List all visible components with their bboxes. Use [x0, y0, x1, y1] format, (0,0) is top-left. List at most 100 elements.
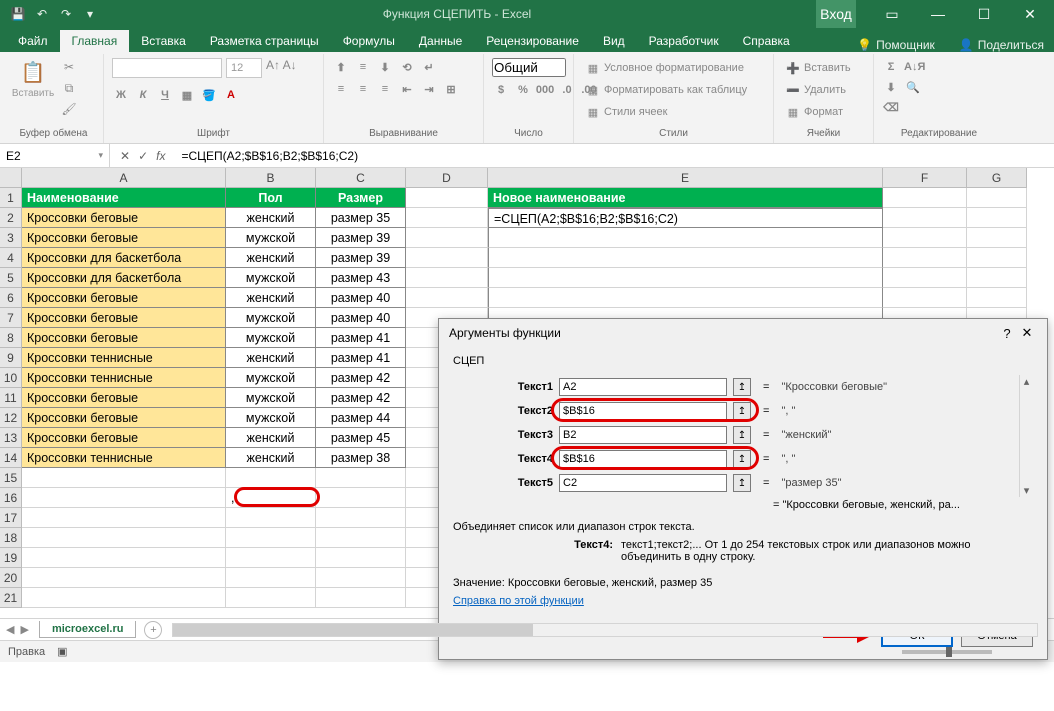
cell[interactable]: 7	[0, 308, 22, 328]
cell[interactable]: Наименование	[22, 188, 226, 208]
align-right-icon[interactable]: ≡	[376, 80, 394, 98]
cell[interactable]: размер 41	[316, 328, 406, 348]
comma-icon[interactable]: 000	[536, 81, 554, 99]
cell[interactable]	[406, 288, 488, 308]
tell-me[interactable]: Помощник	[876, 38, 935, 52]
cell[interactable]	[316, 468, 406, 488]
cell[interactable]: Кроссовки беговые	[22, 208, 226, 228]
cell[interactable]: Кроссовки теннисные	[22, 368, 226, 388]
cell[interactable]	[22, 488, 226, 508]
cell[interactable]	[967, 208, 1027, 228]
cell[interactable]: 10	[0, 368, 22, 388]
cell[interactable]	[226, 468, 316, 488]
cell[interactable]	[488, 288, 883, 308]
cell[interactable]: 9	[0, 348, 22, 368]
currency-icon[interactable]: $	[492, 81, 510, 99]
cut-icon[interactable]: ✂	[60, 58, 78, 76]
cell[interactable]: Кроссовки беговые	[22, 408, 226, 428]
minimize-icon[interactable]: —	[918, 0, 958, 28]
cell[interactable]: Размер	[316, 188, 406, 208]
collapse-ref-icon[interactable]: ↥	[733, 426, 751, 444]
cell[interactable]: 3	[0, 228, 22, 248]
cell[interactable]: Пол	[226, 188, 316, 208]
undo-icon[interactable]: ↶	[34, 6, 50, 22]
autosum-icon[interactable]: Σ	[882, 58, 900, 76]
cell-styles-button[interactable]: ▦Стили ячеек	[582, 102, 671, 122]
cell[interactable]: размер 39	[316, 228, 406, 248]
qat-dropdown-icon[interactable]: ▾	[82, 6, 98, 22]
cell[interactable]: Кроссовки беговые	[22, 308, 226, 328]
insert-cells-button[interactable]: ➕Вставить	[782, 58, 855, 78]
cell[interactable]	[967, 288, 1027, 308]
cell[interactable]	[22, 508, 226, 528]
close-icon[interactable]: ✕	[1010, 0, 1050, 28]
indent-increase-icon[interactable]: ⇥	[420, 80, 438, 98]
fx-icon[interactable]: fx	[156, 149, 165, 163]
cell[interactable]: размер 41	[316, 348, 406, 368]
cell[interactable]: мужской	[226, 408, 316, 428]
cell[interactable]: размер 42	[316, 368, 406, 388]
column-header[interactable]: D	[406, 168, 488, 188]
column-header[interactable]: C	[316, 168, 406, 188]
font-color-icon[interactable]: A	[222, 86, 240, 104]
cell[interactable]	[883, 208, 967, 228]
cell[interactable]: Кроссовки беговые	[22, 428, 226, 448]
cell[interactable]: Кроссовки для баскетбола	[22, 268, 226, 288]
cell[interactable]: 12	[0, 408, 22, 428]
formula-bar[interactable]: =СЦЕП(A2;$B$16;B2;$B$16;C2)	[175, 149, 1054, 163]
cell[interactable]: =СЦЕП(A2;$B$16;B2;$B$16;C2)	[488, 208, 883, 228]
cell[interactable]	[488, 268, 883, 288]
column-header[interactable]: B	[226, 168, 316, 188]
cell[interactable]: Кроссовки теннисные	[22, 448, 226, 468]
cell[interactable]	[488, 248, 883, 268]
macro-record-icon[interactable]: ▣	[57, 645, 67, 658]
login-button[interactable]: Вход	[816, 0, 856, 28]
cell[interactable]: Кроссовки беговые	[22, 388, 226, 408]
cell[interactable]	[316, 508, 406, 528]
cell[interactable]	[883, 228, 967, 248]
cell[interactable]	[226, 508, 316, 528]
cell[interactable]: женский	[226, 248, 316, 268]
maximize-icon[interactable]: ☐	[964, 0, 1004, 28]
italic-button[interactable]: К	[134, 86, 152, 104]
cell[interactable]: 13	[0, 428, 22, 448]
cell[interactable]: женский	[226, 288, 316, 308]
save-icon[interactable]: 💾	[10, 6, 26, 22]
cell[interactable]: размер 43	[316, 268, 406, 288]
cell[interactable]: 15	[0, 468, 22, 488]
cell[interactable]	[226, 528, 316, 548]
align-bottom-icon[interactable]: ⬇	[376, 58, 394, 76]
cell[interactable]: Новое наименование	[488, 188, 883, 208]
cell[interactable]: размер 35	[316, 208, 406, 228]
cell[interactable]: 16	[0, 488, 22, 508]
cell[interactable]	[883, 188, 967, 208]
cell[interactable]: размер 45	[316, 428, 406, 448]
cell[interactable]: 2	[0, 208, 22, 228]
align-middle-icon[interactable]: ≡	[354, 58, 372, 76]
cell[interactable]: мужской	[226, 328, 316, 348]
cell[interactable]: 21	[0, 588, 22, 608]
align-left-icon[interactable]: ≡	[332, 80, 350, 98]
cell[interactable]	[406, 188, 488, 208]
cell[interactable]: мужской	[226, 268, 316, 288]
ribbon-options-icon[interactable]: ▭	[872, 0, 912, 28]
column-header[interactable]: E	[488, 168, 883, 188]
cell[interactable]	[967, 228, 1027, 248]
sheet-nav-prev-icon[interactable]: ◀	[6, 623, 14, 636]
collapse-ref-icon[interactable]: ↥	[733, 474, 751, 492]
fill-icon[interactable]: ⬇	[882, 78, 900, 96]
merge-icon[interactable]: ⊞	[442, 80, 460, 98]
cell[interactable]	[316, 548, 406, 568]
cell[interactable]: Кроссовки беговые	[22, 328, 226, 348]
tab-view[interactable]: Вид	[591, 30, 637, 52]
cell[interactable]	[226, 588, 316, 608]
function-help-link[interactable]: Справка по этой функции	[453, 595, 584, 607]
cell[interactable]	[226, 548, 316, 568]
cell[interactable]: мужской	[226, 308, 316, 328]
tab-insert[interactable]: Вставка	[129, 30, 198, 52]
delete-cells-button[interactable]: ➖Удалить	[782, 80, 850, 100]
cell[interactable]: женский	[226, 208, 316, 228]
cell[interactable]: размер 40	[316, 308, 406, 328]
font-size-combo[interactable]	[226, 58, 262, 78]
cell[interactable]	[22, 588, 226, 608]
